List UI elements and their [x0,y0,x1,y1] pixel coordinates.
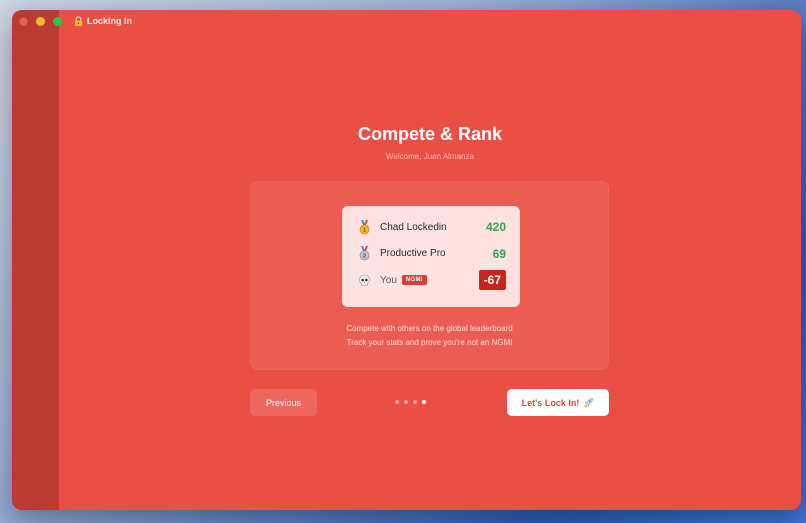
lets-lock-in-label: Let's Lock In! [521,397,580,408]
onboarding-content: Compete & Rank Welcome, Juan Almanza 1 C… [59,10,801,510]
leaderboard-row: 1 Chad Lockedin 420 [356,214,506,241]
gold-medal-icon: 1 [356,219,372,235]
svg-text:2: 2 [362,254,366,260]
page-dot-active[interactable] [422,400,426,404]
leaderboard-row: 2 Productive Pro 69 [356,241,506,268]
page-dot[interactable] [395,400,399,404]
page-indicator [395,400,426,404]
page-dot[interactable] [404,400,408,404]
leaderboard-score: -67 [478,270,506,291]
leaderboard-score: 420 [485,220,506,235]
leaderboard-name: Chad Lockedin [380,221,447,233]
welcome-text: Welcome, Juan Almanza [386,152,474,161]
page-title: Compete & Rank [357,124,503,144]
ngmi-badge: NGMI [401,275,427,286]
zoom-window-button[interactable] [53,16,62,26]
previous-button[interactable]: Previous [250,389,317,416]
app-title-text: Locking In [87,16,132,26]
locked-emoji-icon [73,15,84,27]
you-label: You [380,274,397,286]
skull-icon [356,274,372,287]
leaderboard-score: 69 [492,246,506,261]
lets-lock-in-button[interactable]: Let's Lock In! [507,389,609,416]
svg-text:1: 1 [362,227,366,233]
leaderboard-name: Productive Pro [380,248,446,260]
silver-medal-icon: 2 [356,246,372,261]
minimize-window-button[interactable] [36,16,45,26]
caption-line: Compete with others on the global leader… [346,324,513,333]
close-window-button[interactable] [19,16,28,26]
title-bar: Locking In [12,10,801,32]
feature-card: 1 Chad Lockedin 420 2 Productive Pro 69 … [250,181,609,370]
leaderboard-name: You NGMI [380,275,479,286]
leaderboard-row-you: You NGMI -67 [356,267,506,294]
sidebar [12,10,59,510]
rocket-icon [583,397,594,408]
page-dot[interactable] [413,400,417,404]
app-title: Locking In [73,15,132,27]
window-controls [19,16,62,26]
leaderboard-preview: 1 Chad Lockedin 420 2 Productive Pro 69 … [342,206,520,307]
app-window: Locking In Compete & Rank Welcome, Juan … [12,10,801,510]
caption-line: Track your stats and prove you're not an… [346,338,513,347]
feature-description: Compete with others on the global leader… [251,322,608,350]
